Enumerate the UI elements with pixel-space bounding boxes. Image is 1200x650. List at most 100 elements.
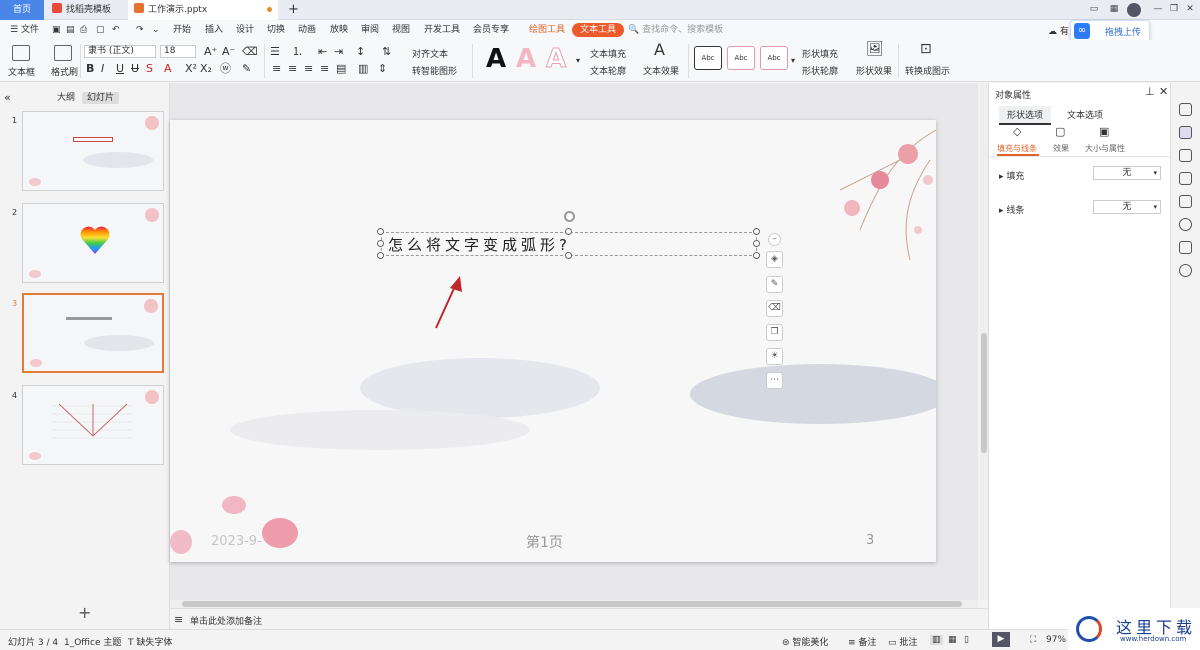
- clear-format-icon[interactable]: ⌫: [242, 45, 258, 58]
- sub-fill-line[interactable]: 填充与线条: [997, 143, 1037, 154]
- minimize-icon[interactable]: —: [1150, 2, 1166, 17]
- wordart-more-icon[interactable]: ▾: [576, 54, 580, 67]
- grid-icon[interactable]: ▦: [1106, 2, 1122, 17]
- size-icon[interactable]: ▣: [1099, 125, 1109, 138]
- menu-slideshow[interactable]: 放映: [330, 20, 348, 40]
- convert-demo-button[interactable]: 转换成图示: [905, 64, 950, 77]
- effect-icon[interactable]: ▢: [1055, 125, 1065, 138]
- shape-fill-button[interactable]: 形状填充: [802, 47, 838, 60]
- smart-shape-button[interactable]: 转智能图形: [412, 64, 457, 77]
- menu-drawing-tools[interactable]: 绘图工具: [529, 20, 565, 40]
- menu-design[interactable]: 设计: [236, 20, 254, 40]
- vertical-scrollbar[interactable]: [980, 83, 988, 600]
- wordart-style-2[interactable]: A: [516, 44, 536, 74]
- theme-name[interactable]: 1_Office 主题: [64, 635, 121, 648]
- subscript-icon[interactable]: X₂: [200, 62, 212, 75]
- eraser-icon[interactable]: ⌫: [766, 300, 783, 317]
- columns-icon[interactable]: ▥: [358, 62, 368, 75]
- format-painter-button[interactable]: 格式刷: [51, 65, 78, 78]
- highlight-icon[interactable]: ✎: [242, 62, 251, 75]
- distribute-icon[interactable]: ▤: [336, 62, 346, 75]
- undo-icon[interactable]: ↶: [112, 20, 120, 40]
- text-direction-icon[interactable]: ⇅: [382, 45, 391, 58]
- animation-icon[interactable]: [1179, 149, 1192, 162]
- shape-outline-button[interactable]: 形状轮廓: [802, 64, 838, 77]
- layout-icon[interactable]: ▭: [1086, 2, 1102, 17]
- restore-icon[interactable]: ❐: [1166, 2, 1182, 17]
- increase-font-icon[interactable]: A⁺: [204, 45, 217, 58]
- shape-style-1[interactable]: Abc: [694, 46, 722, 70]
- more-icon[interactable]: ⋯: [766, 372, 783, 389]
- pin-icon[interactable]: ⊥: [1145, 85, 1155, 98]
- idea-icon[interactable]: ☀: [766, 348, 783, 365]
- menu-developer[interactable]: 开发工具: [424, 20, 460, 40]
- slide-text[interactable]: 怎么将文字变成弧形?: [388, 234, 571, 255]
- shape-effect-button[interactable]: 形状效果: [856, 64, 892, 77]
- indent-decrease-icon[interactable]: ⇤: [318, 45, 327, 58]
- shape-style-2[interactable]: Abc: [727, 46, 755, 70]
- footer-date[interactable]: 2023-9-: [211, 534, 262, 549]
- menu-view[interactable]: 视图: [392, 20, 410, 40]
- slide-thumbnail-2[interactable]: [22, 203, 164, 283]
- normal-view-icon[interactable]: ▥: [930, 635, 943, 645]
- line-dropdown[interactable]: 无 ▾: [1093, 200, 1161, 214]
- location-icon[interactable]: [1179, 218, 1192, 231]
- footer-slide-number[interactable]: 3: [866, 533, 874, 548]
- redo-icon[interactable]: ↷: [136, 20, 144, 40]
- tab-home[interactable]: 首页: [0, 0, 44, 20]
- line-spacing-icon[interactable]: ↕: [356, 45, 365, 58]
- menu-transition[interactable]: 切换: [267, 20, 285, 40]
- scroll-thumb[interactable]: [981, 333, 987, 453]
- scroll-thumb[interactable]: [182, 601, 962, 607]
- font-color-icon[interactable]: S: [146, 62, 153, 75]
- comments-button[interactable]: ▭ 批注: [888, 635, 917, 648]
- fill-row[interactable]: ▸ 填充: [999, 169, 1024, 182]
- tab-slides[interactable]: 幻灯片: [82, 92, 120, 104]
- slide-thumbnail-3[interactable]: [22, 293, 164, 373]
- add-slide-button[interactable]: +: [78, 603, 91, 622]
- backup-icon[interactable]: [1179, 195, 1192, 208]
- paragraph-spacing-icon[interactable]: ⇕: [378, 62, 387, 75]
- layer-icon[interactable]: ◈: [766, 251, 783, 268]
- tab-text-options[interactable]: 文本选项: [1059, 106, 1111, 123]
- new-tab-icon[interactable]: +: [288, 0, 299, 20]
- strikethrough-icon[interactable]: U: [131, 62, 139, 75]
- collapse-panel-icon[interactable]: «: [4, 91, 11, 104]
- shape-effect-icon[interactable]: 🖼: [866, 42, 884, 56]
- tab-shape-options[interactable]: 形状选项: [999, 106, 1052, 125]
- slide-thumbnail-4[interactable]: [22, 385, 164, 465]
- tab-document[interactable]: 工作演示.pptx: [128, 0, 278, 20]
- missing-font-button[interactable]: T 缺失字体: [128, 635, 172, 648]
- theme-icon[interactable]: [1179, 103, 1192, 116]
- resize-handle[interactable]: [753, 228, 760, 235]
- wordart-style-3[interactable]: A: [545, 44, 566, 75]
- save-icon[interactable]: ▣: [52, 20, 61, 40]
- italic-icon[interactable]: I: [101, 62, 104, 75]
- zoom-level[interactable]: 97%: [1046, 635, 1066, 645]
- notes-area[interactable]: ≡ 单击此处添加备注: [170, 608, 988, 629]
- cloud-status[interactable]: ☁ 有: [1048, 24, 1069, 37]
- menu-file[interactable]: ☰ 文件: [10, 20, 39, 40]
- book-icon[interactable]: [1179, 241, 1192, 254]
- fill-line-icon[interactable]: ◇: [1013, 125, 1021, 138]
- open-icon[interactable]: ▤: [66, 20, 75, 40]
- font-select[interactable]: 隶书 (正文): [84, 45, 156, 58]
- footer-page-label[interactable]: 第1页: [526, 532, 563, 552]
- fill-dropdown[interactable]: 无 ▾: [1093, 166, 1161, 180]
- resize-handle[interactable]: [753, 240, 760, 247]
- menu-text-tools[interactable]: 文本工具: [572, 23, 625, 37]
- properties-icon[interactable]: [1179, 126, 1192, 139]
- help-icon[interactable]: [1179, 264, 1192, 277]
- shape-style-3[interactable]: Abc: [760, 46, 788, 70]
- text-effect-icon[interactable]: A: [654, 42, 665, 58]
- resize-handle[interactable]: [377, 240, 384, 247]
- shape-style-more-icon[interactable]: ▾: [791, 54, 795, 67]
- play-icon[interactable]: ▶: [992, 632, 1010, 647]
- font-size-select[interactable]: 18: [160, 45, 196, 58]
- menu-insert[interactable]: 插入: [205, 20, 223, 40]
- text-effect-button[interactable]: 文本效果: [643, 64, 679, 77]
- resize-handle[interactable]: [377, 228, 384, 235]
- resize-handle[interactable]: [753, 252, 760, 259]
- upload-button[interactable]: ∞ 拖拽上传: [1070, 20, 1150, 42]
- bold-icon[interactable]: B: [86, 62, 94, 75]
